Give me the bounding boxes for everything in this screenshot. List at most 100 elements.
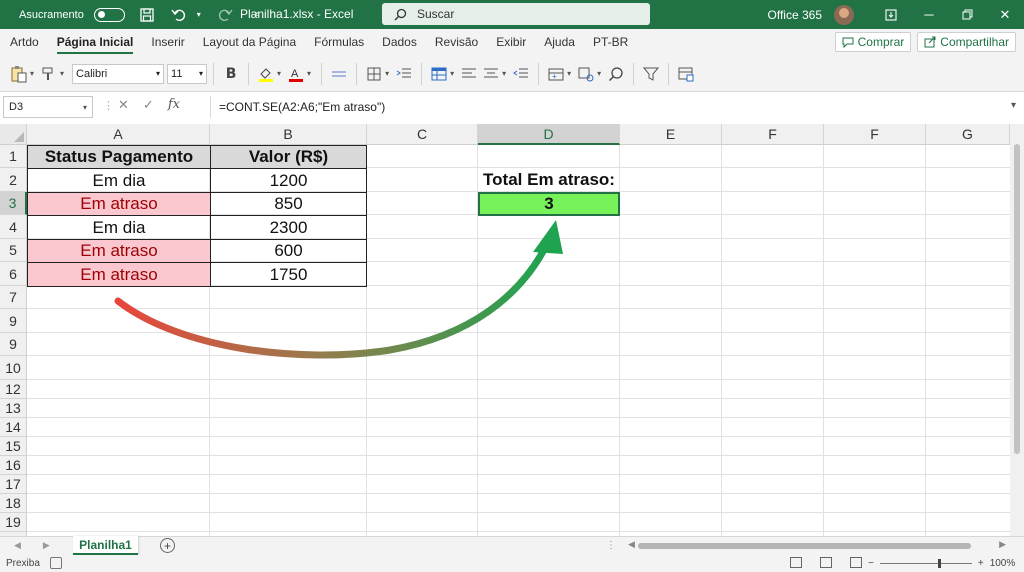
row-header[interactable]: 13 [0,399,27,418]
column-header[interactable]: A [27,124,210,145]
result-cell[interactable]: 3 [478,192,620,216]
comments-button[interactable]: Comprar [834,32,912,52]
page-break-view-icon[interactable] [850,557,862,568]
font-color-dropdown-icon[interactable]: ▾ [307,69,311,78]
row-header[interactable]: 16 [0,456,27,475]
share-button[interactable]: Compartilhar [917,32,1016,52]
indent-icon[interactable] [393,63,415,85]
tab-page-layout[interactable]: Layout da Página [194,29,305,56]
horizontal-scrollbar[interactable]: ◀ ▶ [628,539,1006,551]
status-cell[interactable]: Em atraso [27,239,211,263]
row-header[interactable]: 5 [0,239,27,262]
row-header[interactable]: 15 [0,437,27,456]
borders-icon[interactable] [363,63,385,85]
expand-formula-icon[interactable]: ▾ [1011,100,1016,111]
redo-icon[interactable] [215,5,235,25]
formula-input[interactable]: =CONT.SE(A2:A6;"Em atraso") [219,100,385,114]
paste-icon[interactable] [8,63,30,85]
value-cell[interactable]: 1200 [210,168,367,193]
enter-icon[interactable]: ✓ [143,97,154,113]
tab-home[interactable]: Página Inicial [48,29,143,56]
column-header[interactable]: C [367,124,478,145]
table-header-value[interactable]: Valor (R$) [210,145,367,169]
horizontal-scroll-thumb[interactable] [638,543,971,549]
font-name-select[interactable]: Calibri ▾ [72,63,165,84]
tab-split-handle-icon[interactable]: ⋮ [606,540,616,551]
tab-language[interactable]: PT-BR [584,29,637,56]
normal-view-icon[interactable] [790,557,802,568]
row-header[interactable]: 17 [0,475,27,494]
row-header[interactable]: 4 [0,215,27,239]
format-as-table-icon[interactable] [428,63,450,85]
format-cells-icon[interactable] [675,63,697,85]
status-cell[interactable]: Em dia [27,168,211,193]
row-header[interactable]: 18 [0,494,27,513]
font-color-icon[interactable]: A [285,63,307,85]
tab-view[interactable]: Exibir [487,29,535,56]
value-cell[interactable]: 600 [210,239,367,263]
save-icon[interactable] [137,5,157,25]
undo-dropdown-icon[interactable]: ▾ [195,5,203,25]
fill-color-icon[interactable] [255,63,277,85]
ribbon-display-icon[interactable] [872,0,910,29]
row-header[interactable]: 2 [0,168,27,192]
strikethrough-icon[interactable] [328,63,350,85]
column-header[interactable]: F [824,124,926,145]
align-left-icon[interactable] [458,63,480,85]
name-box[interactable]: D3 ▾ [3,96,93,118]
format-as-table-dropdown-icon[interactable]: ▾ [450,69,454,78]
cancel-icon[interactable]: ✕ [118,97,129,113]
result-label-cell[interactable]: Total Em atraso: [478,168,620,192]
clipboard-dropdown-icon[interactable]: ▾ [60,69,64,78]
restore-icon[interactable] [948,0,986,29]
bold-icon[interactable]: B [220,63,242,85]
row-header[interactable]: 12 [0,380,27,399]
row-header[interactable]: 7 [0,286,27,309]
tab-file[interactable]: Artdo [0,29,48,56]
insert-cells-icon[interactable]: + [545,63,567,85]
column-header[interactable]: E [620,124,722,145]
sort-filter-dropdown-icon[interactable]: ▾ [597,69,601,78]
account-label[interactable]: Office 365 [768,8,822,22]
tab-formulas[interactable]: Fórmulas [305,29,373,56]
scroll-left-icon[interactable]: ◀ [628,539,635,550]
worksheet-grid[interactable]: ABCDEFFG12345679910121314151617181920Sta… [0,124,1024,536]
zoom-level[interactable]: 100% [990,558,1016,569]
row-header[interactable]: 19 [0,513,27,532]
zoom-slider[interactable] [879,559,972,568]
row-header[interactable]: 9 [0,333,27,356]
fill-color-dropdown-icon[interactable]: ▾ [277,69,281,78]
row-header[interactable]: 14 [0,418,27,437]
search-box[interactable]: Suscar [382,3,650,25]
column-header[interactable]: B [210,124,367,145]
vertical-scrollbar[interactable] [1010,124,1024,536]
insert-cells-dropdown-icon[interactable]: ▾ [567,69,571,78]
undo-icon[interactable] [169,5,189,25]
table-header-status[interactable]: Status Pagamento [27,145,211,169]
next-sheet-icon[interactable]: ▶ [43,540,50,551]
add-sheet-icon[interactable]: + [160,538,175,553]
avatar[interactable] [834,4,854,25]
accessibility-icon[interactable] [50,557,62,569]
font-size-select[interactable]: 11 ▾ [167,63,208,84]
status-cell[interactable]: Em dia [27,215,211,240]
value-cell[interactable]: 1750 [210,262,367,287]
status-cell[interactable]: Em atraso [27,262,211,287]
zoom-in-icon[interactable]: + [978,558,984,569]
row-header[interactable]: 6 [0,262,27,286]
column-header[interactable]: D [478,124,620,145]
scroll-right-icon[interactable]: ▶ [999,539,1006,550]
status-cell[interactable]: Em atraso [27,192,211,216]
filter-icon[interactable] [640,63,662,85]
tab-review[interactable]: Revisão [426,29,487,56]
tab-help[interactable]: Ajuda [535,29,584,56]
tab-data[interactable]: Dados [373,29,426,56]
previous-sheet-icon[interactable]: ◀ [14,540,21,551]
autosave-toggle[interactable] [93,7,125,22]
format-painter-icon[interactable] [38,63,60,85]
row-header[interactable]: 3 [0,192,27,215]
align-center-icon[interactable] [480,63,502,85]
minimize-icon[interactable]: ─ [910,0,948,29]
row-header[interactable]: 10 [0,356,27,380]
select-all-button[interactable] [0,124,27,145]
